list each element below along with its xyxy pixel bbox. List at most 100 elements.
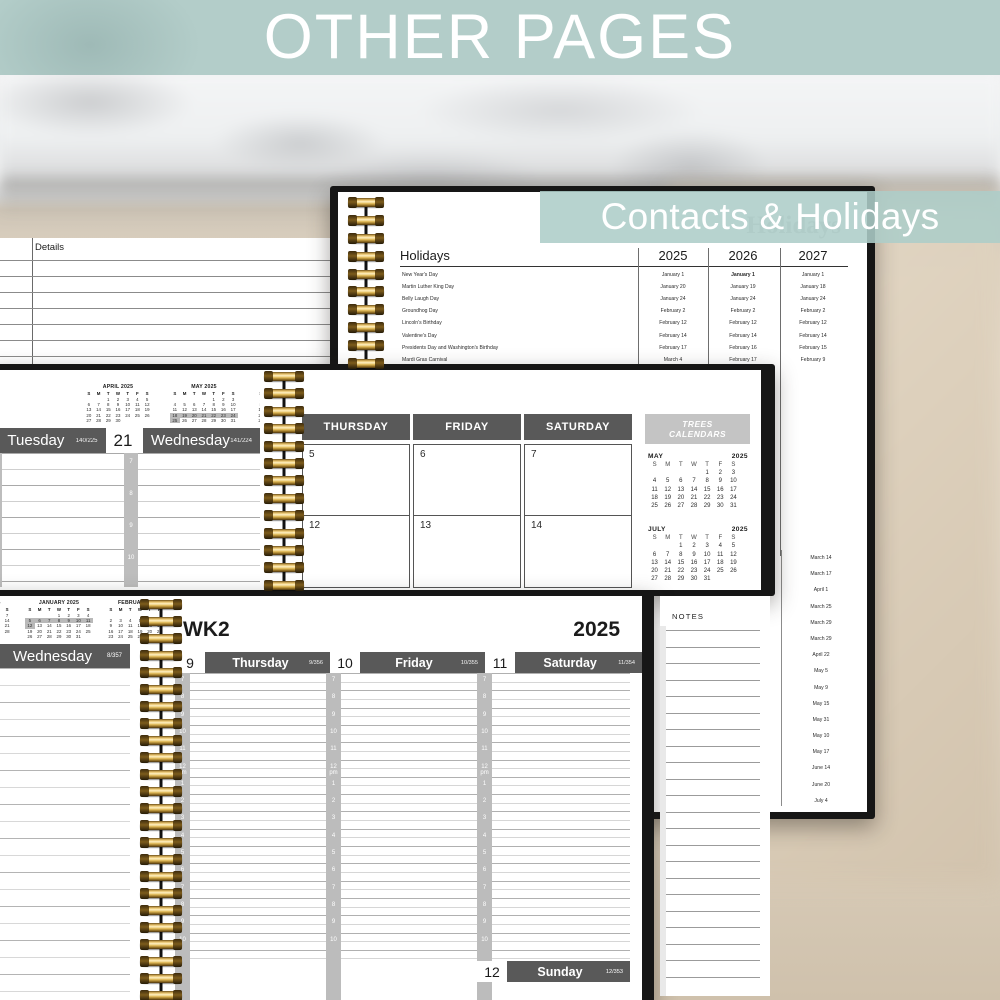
spiral-coil: [348, 304, 384, 316]
spiral-coil: [140, 633, 182, 644]
mini-calendar-grid: SMTWTFS123456789101112131415161718192021…: [84, 391, 152, 423]
holiday-tail-date: April 1: [813, 587, 829, 594]
daily-right-day-name: Wednesday: [150, 432, 230, 449]
monthly-date-cell[interactable]: 7: [524, 444, 632, 516]
holiday-tail-date: May 31: [812, 716, 830, 723]
weekly-hour-line: [492, 802, 630, 804]
notes-line: [666, 795, 760, 796]
monthly-side-mini-grid: S M T W T F S 1 2 3 4 5 6 7 8 9 10 11 12 13 14 15 16 17 18 19 20 21…: [648, 461, 740, 510]
daily-hour-grid: 7 8 9 10 7 8 9 10: [0, 453, 260, 587]
weekly-hour-label: 12 pm: [329, 763, 338, 776]
details-line: [0, 276, 344, 277]
weekly-hour-line: [190, 759, 327, 761]
mini-calendar: JANUARY 2025 S M T W T F S 1 2 3 4 5 6 7 8 9 10 11 12 13 14 15…: [25, 600, 93, 639]
monthly-date-cell[interactable]: 12: [302, 516, 410, 588]
weekly-hour-line: [190, 846, 327, 847]
weekly-hour-label: 5: [331, 850, 336, 856]
holiday-name: Valentine's Day: [402, 332, 437, 339]
weekly-left-line: [0, 838, 130, 839]
monthly-side-mini-year: 2025: [731, 453, 748, 460]
daily-hour-line: [2, 485, 124, 486]
weekly-hour-line: [190, 750, 327, 752]
holiday-name: Presidents Day and Washington's Birthday: [402, 344, 499, 351]
weekly-hour-line: [341, 742, 478, 744]
mini-cal-dow: W: [691, 535, 697, 542]
weekly-hour-line: [341, 802, 478, 804]
mini-cal-day: 24: [703, 567, 711, 574]
daily-hour-line: [138, 485, 260, 486]
daily-hour-line: [2, 517, 124, 518]
mini-cal-day: 1: [705, 470, 709, 477]
monthly-column-header: SATURDAY: [524, 414, 632, 440]
monthly-date-cell[interactable]: 13: [413, 516, 521, 588]
weekly-day-bar: 9 Thursday 9/356 10 Friday 10/355 11 Saturday 11…: [175, 652, 642, 673]
monthly-column-header: FRIDAY: [413, 414, 521, 440]
details-page: Details: [0, 238, 344, 366]
holiday-date-2026: January 1: [731, 272, 755, 279]
weekly-hour-line: [341, 750, 478, 752]
weekly-hour-line: [492, 785, 630, 787]
weekly-left-line: [0, 957, 130, 958]
mini-cal-dow: M: [665, 462, 671, 469]
spiral-coil: [348, 197, 384, 208]
mini-cal-day: 26: [730, 567, 737, 574]
mini-cal-day: 2: [692, 543, 696, 550]
holiday-tail-date: May 10: [812, 733, 830, 740]
notes-line: [666, 630, 760, 631]
monthly-date-number: 7: [531, 449, 537, 460]
holiday-date-2025: March 4: [663, 356, 683, 363]
weekly-hour-line: [190, 742, 327, 744]
holiday-date-2025: February 12: [659, 320, 687, 327]
weekly-hour-line: [341, 871, 478, 873]
weekly-hour-line: [341, 768, 478, 770]
weekly-hour-line: [190, 690, 327, 692]
weekly-hour-label: 1: [331, 780, 336, 787]
mini-cal-day: 16: [690, 559, 698, 566]
weekly-hour-line: [492, 958, 630, 960]
mini-cal-day: 29: [211, 418, 217, 424]
weekly-sunday-band: 12 Sunday 12/353: [477, 961, 630, 982]
weekly-hour-line: [341, 889, 478, 891]
weekly-day-date: 11: [485, 652, 515, 673]
weekly-hour-label: 11: [330, 746, 337, 753]
daily-right-date: 21: [105, 428, 143, 453]
weekly-left-line: [0, 923, 130, 924]
monthly-date-number: 12: [309, 520, 321, 531]
notes-panel: NOTES: [660, 596, 770, 996]
mini-cal-day: 17: [730, 486, 737, 493]
mini-cal-day: 7: [692, 478, 696, 485]
weekly-hour-line: [492, 854, 630, 856]
spiral-coil: [348, 214, 384, 226]
spiral-coil: [264, 527, 304, 539]
weekly-hour-line: [492, 794, 630, 796]
holiday-date-2025: February 14: [659, 332, 687, 339]
daily-hour-line: [2, 469, 124, 470]
mini-calendar: MAY 2025 S M T W T F S 1 2 3 4 5 6 7 8 9 10 11 12 13 14 15 16 17…: [170, 384, 238, 424]
weekly-hour-line: [341, 949, 478, 951]
weekly-hour-line: [190, 698, 327, 700]
spiral-coil: [264, 510, 304, 522]
monthly-date-cell[interactable]: 14: [524, 516, 632, 588]
notes-line: [666, 646, 760, 648]
daily-right-day-doy: 141/224: [230, 437, 252, 444]
mini-cal-day: 11: [651, 486, 658, 493]
mini-cal-day: [648, 469, 661, 477]
monthly-date-cell[interactable]: 6: [413, 444, 521, 516]
mini-cal-day: 20: [651, 567, 658, 574]
weekly-hour-line: [492, 906, 630, 908]
weekly-hour-line: [341, 794, 478, 796]
mini-cal-day: 29: [677, 576, 685, 583]
weekly-hour-line: [492, 837, 630, 839]
mini-cal-day: 28: [46, 634, 52, 640]
weekly-hour-label: 5: [482, 850, 487, 856]
weekly-left-line: [0, 821, 130, 822]
weekly-left-line: [0, 685, 130, 686]
mini-calendar: APRIL 2025 S M T W T F S 1 2 3 4 5 6 7 8 9 10 11 12 13 14 15 16…: [84, 384, 152, 423]
weekly-hour-line: [190, 932, 327, 934]
holiday-tail-date: May 5: [814, 668, 828, 675]
mini-calendar-title: MAY 2025: [191, 384, 217, 390]
monthly-date-cell[interactable]: 5: [302, 444, 410, 516]
details-vertical-rule: [32, 238, 33, 366]
mini-cal-day: 30: [716, 503, 724, 510]
holidays-year-2026: 2026: [728, 248, 758, 263]
